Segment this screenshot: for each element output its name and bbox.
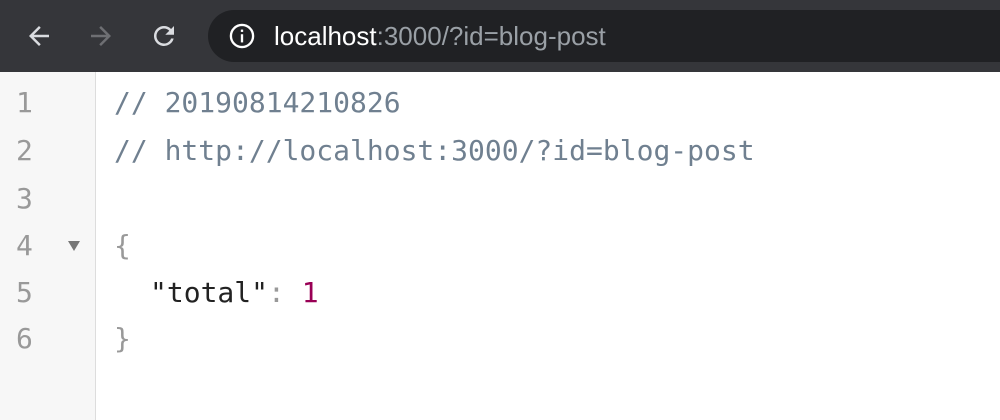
- line-number: 6: [16, 322, 33, 355]
- line-number: 5: [16, 276, 33, 309]
- address-bar[interactable]: localhost:3000/?id=blog-post: [208, 10, 1000, 62]
- json-key: "total": [150, 276, 269, 309]
- timestamp-comment: // 20190814210826: [114, 86, 401, 119]
- line-number: 3: [16, 182, 33, 215]
- close-brace: }: [114, 322, 131, 355]
- open-brace: {: [114, 229, 131, 262]
- arrow-left-icon: [29, 26, 49, 46]
- arrow-right-icon: [91, 26, 111, 46]
- back-button[interactable]: [18, 15, 60, 57]
- line-number: 2: [16, 134, 33, 167]
- json-property: "total": 1: [150, 269, 319, 317]
- json-value: 1: [301, 276, 319, 309]
- fold-toggle[interactable]: [66, 222, 82, 270]
- line-number: 1: [16, 86, 33, 119]
- forward-button[interactable]: [80, 15, 122, 57]
- browser-toolbar: localhost:3000/?id=blog-post: [0, 0, 1000, 72]
- fold-triangle-icon: [68, 241, 80, 251]
- info-circle-icon[interactable]: [228, 22, 256, 50]
- json-colon: :: [268, 276, 302, 309]
- line-number: 4: [16, 229, 33, 262]
- url-text[interactable]: localhost:3000/?id=blog-post: [274, 10, 606, 62]
- url-host: localhost: [274, 21, 377, 51]
- url-path: :3000/?id=blog-post: [376, 21, 606, 51]
- line-gutter: 1 2 3 4 5 6: [0, 72, 96, 420]
- reload-icon: [153, 25, 174, 46]
- reload-button[interactable]: [143, 15, 185, 57]
- json-viewer: 1 2 3 4 5 6 // 20190814210826 // http://…: [0, 72, 1000, 420]
- url-comment: // http://localhost:3000/?id=blog-post: [114, 134, 755, 167]
